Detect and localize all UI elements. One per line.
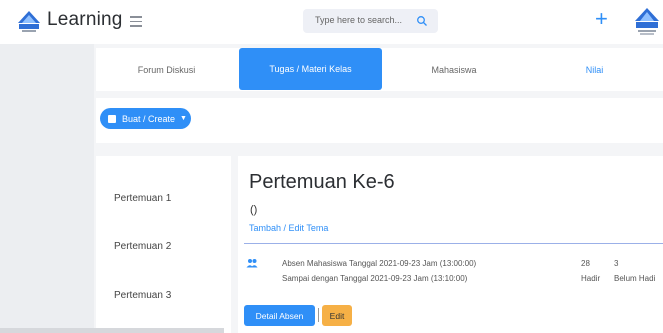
belum-label: Belum Hadi <box>614 274 656 283</box>
hadir-count: 28 <box>581 259 590 268</box>
edit-button[interactable]: Edit <box>322 305 352 326</box>
profile-avatar-icon[interactable] <box>632 5 662 39</box>
horizontal-scrollbar[interactable] <box>0 328 224 333</box>
detail-absen-button[interactable]: Detail Absen <box>244 305 315 326</box>
menu-toggle-icon[interactable] <box>130 16 142 27</box>
attendance-end-text: Sampai dengan Tanggal 2021-09-23 Jam (13… <box>282 274 468 283</box>
create-button[interactable]: Buat / Create ▼ <box>100 108 191 129</box>
create-button-label: Buat / Create <box>122 113 176 124</box>
tab-forum-diskusi[interactable]: Forum Diskusi <box>96 48 237 91</box>
divider <box>244 243 663 244</box>
add-icon[interactable]: + <box>595 8 608 30</box>
search-icon[interactable] <box>416 15 428 27</box>
top-bar: Learning Type here to search... + <box>0 0 663 44</box>
search-placeholder: Type here to search... <box>315 15 403 25</box>
button-separator <box>318 308 319 322</box>
meeting-item-3[interactable]: Pertemuan 3 <box>114 290 171 301</box>
tab-nilai[interactable]: Nilai <box>526 48 663 91</box>
meeting-item-2[interactable]: Pertemuan 2 <box>114 241 171 252</box>
page-title: Pertemuan Ke-6 <box>249 171 395 193</box>
users-icon <box>246 259 258 268</box>
meeting-item-1[interactable]: Pertemuan 1 <box>114 193 171 204</box>
chevron-down-icon: ▼ <box>180 115 187 122</box>
app-title[interactable]: Learning <box>47 9 123 31</box>
edit-topic-link[interactable]: Tambah / Edit Tema <box>249 223 328 233</box>
calendar-icon <box>108 114 116 123</box>
meeting-detail-panel: Pertemuan Ke-6 () Tambah / Edit Tema Abs… <box>238 156 663 333</box>
attendance-start-text: Absen Mahasiswa Tanggal 2021-09-23 Jam (… <box>282 259 477 268</box>
meeting-topic: () <box>250 204 258 216</box>
meeting-list: Pertemuan 1 Pertemuan 2 Pertemuan 3 <box>96 156 231 333</box>
hadir-label: Hadir <box>581 274 601 283</box>
belum-count: 3 <box>614 259 619 268</box>
tab-mahasiswa[interactable]: Mahasiswa <box>384 48 524 91</box>
left-sidebar <box>0 44 94 333</box>
tab-bar: Forum Diskusi Tugas / Materi Kelas Mahas… <box>96 48 663 91</box>
create-toolbar: Buat / Create ▼ <box>96 98 663 143</box>
university-logo-icon[interactable] <box>16 9 42 35</box>
tab-tugas-materi[interactable]: Tugas / Materi Kelas <box>239 48 382 90</box>
search-input[interactable]: Type here to search... <box>303 9 438 33</box>
